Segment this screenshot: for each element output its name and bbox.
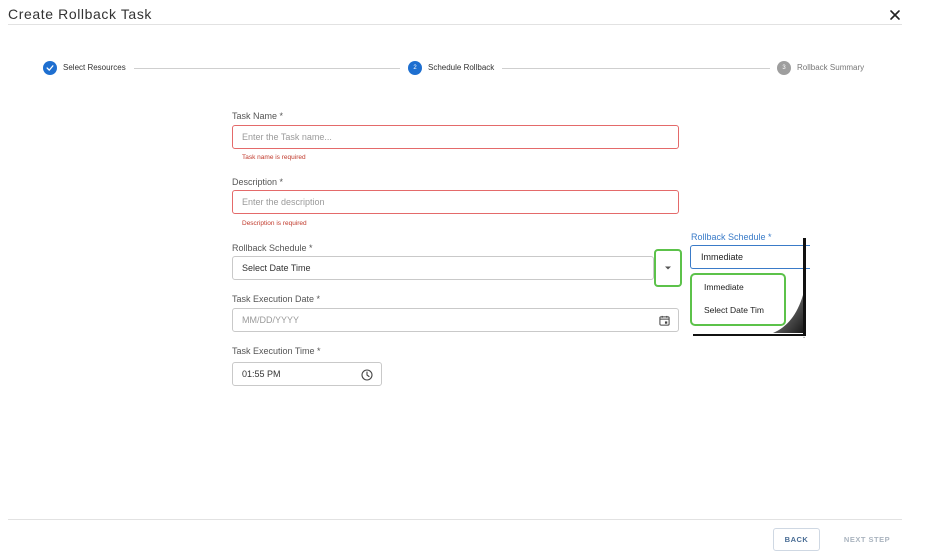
execution-time-input[interactable]: 01:55 PM: [232, 362, 382, 386]
close-icon[interactable]: [887, 7, 903, 23]
task-name-placeholder: Enter the Task name...: [242, 132, 332, 142]
description-label: Description *: [232, 177, 284, 187]
step-complete-icon: [43, 61, 57, 75]
execution-date-input[interactable]: MM/DD/YYYY: [232, 308, 679, 332]
step-label-rollback-summary: Rollback Summary: [797, 63, 865, 72]
step-number-icon: 3: [777, 61, 791, 75]
description-error: Description is required: [242, 220, 307, 227]
caret-down-icon: [665, 266, 671, 270]
rollback-schedule-select[interactable]: Select Date Time: [232, 256, 654, 280]
rollback-schedule-dropdown-toggle[interactable]: [654, 249, 682, 287]
callout-label: Rollback Schedule *: [691, 232, 772, 242]
next-step-button[interactable]: NEXT STEP: [838, 528, 896, 551]
callout-value: Immediate: [701, 252, 744, 262]
rollback-schedule-label: Rollback Schedule *: [232, 243, 313, 253]
execution-time-label: Task Execution Time *: [232, 346, 321, 356]
back-button[interactable]: BACK: [773, 528, 820, 551]
description-placeholder: Enter the description: [242, 197, 325, 207]
step-label-schedule-rollback: Schedule Rollback: [428, 63, 495, 72]
clock-icon[interactable]: [361, 369, 373, 381]
task-name-input[interactable]: Enter the Task name...: [232, 125, 679, 149]
description-input[interactable]: Enter the description: [232, 190, 679, 214]
page-curl-icon: [773, 295, 803, 333]
task-name-error: Task name is required: [242, 154, 306, 161]
calendar-icon[interactable]: [659, 315, 670, 326]
option-select-date-time[interactable]: Select Date Tim: [704, 305, 764, 315]
step-number-icon: 2: [408, 61, 422, 75]
rollback-schedule-value: Select Date Time: [242, 263, 311, 273]
execution-date-label: Task Execution Date *: [232, 294, 321, 304]
callout-select[interactable]: Immediate: [690, 245, 810, 269]
task-name-label: Task Name *: [232, 111, 284, 121]
step-connector: [502, 68, 770, 69]
header-divider: [8, 24, 902, 25]
footer-divider: [8, 519, 902, 520]
callout-tick: ⌄: [802, 334, 807, 340]
option-immediate[interactable]: Immediate: [704, 282, 744, 292]
execution-time-value: 01:55 PM: [242, 369, 281, 379]
dialog-title: Create Rollback Task: [8, 6, 153, 22]
step-connector: [134, 68, 400, 69]
execution-date-placeholder: MM/DD/YYYY: [242, 315, 300, 325]
step-label-select-resources: Select Resources: [63, 63, 126, 72]
